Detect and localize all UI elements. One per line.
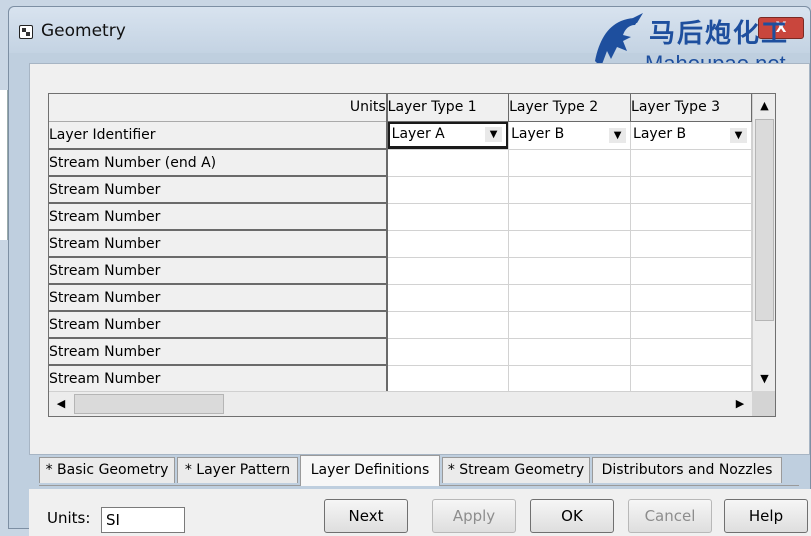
grid-cell[interactable] (508, 284, 632, 312)
grid-cell[interactable] (386, 365, 510, 391)
horizontal-scroll-thumb[interactable] (74, 394, 224, 414)
layer-identifier-dropdown-1[interactable]: Layer A ▼ (387, 121, 508, 148)
dropdown-value: Layer B (511, 125, 565, 142)
grid-cell[interactable] (386, 257, 510, 285)
background-window-edge (0, 90, 8, 240)
next-button[interactable]: Next (324, 499, 408, 533)
grid-cell[interactable] (630, 203, 752, 231)
grid-cell[interactable] (508, 176, 632, 204)
layer-identifier-cell-1[interactable]: Layer A ▼ (386, 121, 510, 150)
dropdown-arrow-icon[interactable]: ▼ (485, 126, 503, 142)
table-row: Stream Number (49, 311, 752, 339)
row-label-stream-number: Stream Number (49, 230, 388, 258)
grid-cell[interactable] (386, 176, 510, 204)
scroll-left-arrow-icon[interactable]: ◀ (50, 393, 72, 415)
geometry-window: Geometry X 马后炮化工 Mahoupao.net Units Laye… (8, 6, 811, 536)
tab-basic-geometry[interactable]: * Basic Geometry (39, 457, 175, 483)
grid-cell[interactable] (508, 257, 632, 285)
scroll-right-arrow-icon[interactable]: ▶ (729, 393, 751, 415)
ok-button[interactable]: OK (530, 499, 614, 533)
column-header-layer-type-1[interactable]: Layer Type 1 (386, 94, 510, 122)
table-row: Stream Number (49, 338, 752, 366)
grid-cell[interactable] (508, 365, 632, 391)
tab-distributors-and-nozzles[interactable]: Distributors and Nozzles (592, 457, 782, 483)
table-row: Stream Number (end A) (49, 149, 752, 177)
window-title: Geometry (41, 21, 126, 41)
units-header: Units (49, 94, 388, 122)
row-label-stream-number: Stream Number (49, 311, 388, 339)
row-label-stream-number: Stream Number (49, 257, 388, 285)
grid-cell[interactable] (630, 311, 752, 339)
table-row: Stream Number (49, 284, 752, 312)
table-row: Stream Number (49, 230, 752, 258)
header-row: Units Layer Type 1 Layer Type 2 Layer Ty… (49, 94, 752, 122)
row-label-layer-identifier: Layer Identifier (49, 121, 388, 150)
dropdown-value: Layer A (391, 125, 445, 142)
row-label-stream-number: Stream Number (49, 203, 388, 231)
horizontal-scrollbar[interactable]: ◀ ▶ (49, 391, 752, 416)
dropdown-value: Layer B (633, 125, 687, 142)
grid-cell[interactable] (508, 203, 632, 231)
layer-definitions-grid: Units Layer Type 1 Layer Type 2 Layer Ty… (48, 93, 776, 417)
grid-cell[interactable] (386, 203, 510, 231)
tab-stream-geometry[interactable]: * Stream Geometry (442, 457, 590, 483)
units-label: Units: (47, 509, 91, 527)
scrollbar-corner (752, 391, 775, 416)
row-label-stream-number: Stream Number (49, 365, 388, 391)
grid-cell[interactable] (630, 257, 752, 285)
grid-cell[interactable] (508, 230, 632, 258)
grid-cell[interactable] (508, 311, 632, 339)
grid-cell[interactable] (630, 230, 752, 258)
vertical-scroll-thumb[interactable] (755, 119, 774, 321)
window-app-icon (19, 25, 33, 39)
layer-identifier-dropdown-2[interactable]: Layer B ▼ (509, 122, 629, 149)
grid-cell[interactable] (386, 230, 510, 258)
watermark-chinese-text: 马后炮化工 (649, 19, 790, 49)
table-row: Layer Identifier Layer A ▼ Layer B ▼ Lay… (49, 121, 752, 150)
grid-cell[interactable] (386, 338, 510, 366)
tab-content-panel: Units Layer Type 1 Layer Type 2 Layer Ty… (29, 63, 810, 455)
tab-layer-pattern[interactable]: * Layer Pattern (177, 457, 298, 483)
layer-identifier-dropdown-3[interactable]: Layer B ▼ (631, 122, 750, 149)
tab-strip: * Basic Geometry * Layer Pattern Layer D… (39, 455, 799, 487)
layer-identifier-cell-2[interactable]: Layer B ▼ (508, 121, 632, 150)
vertical-scrollbar[interactable]: ▲ ▼ (752, 94, 775, 391)
dropdown-arrow-icon[interactable]: ▼ (609, 127, 627, 143)
tab-layer-definitions[interactable]: Layer Definitions (300, 455, 440, 486)
grid-cell[interactable] (386, 284, 510, 312)
cancel-button[interactable]: Cancel (628, 499, 712, 533)
table-row: Stream Number (49, 365, 752, 391)
grid-cell[interactable] (508, 149, 632, 177)
row-label-stream-number: Stream Number (49, 338, 388, 366)
help-button[interactable]: Help (724, 499, 808, 533)
table-row: Stream Number (49, 257, 752, 285)
layer-table: Units Layer Type 1 Layer Type 2 Layer Ty… (49, 94, 752, 391)
scroll-down-arrow-icon[interactable]: ▼ (754, 368, 775, 390)
grid-cell[interactable] (630, 284, 752, 312)
grid-cell[interactable] (508, 338, 632, 366)
grid-cell[interactable] (630, 176, 752, 204)
grid-cell[interactable] (630, 149, 752, 177)
grid-cell[interactable] (386, 149, 510, 177)
column-header-layer-type-2[interactable]: Layer Type 2 (508, 94, 632, 122)
scroll-up-arrow-icon[interactable]: ▲ (754, 95, 775, 117)
table-row: Stream Number (49, 203, 752, 231)
row-label-stream-number: Stream Number (end A) (49, 149, 388, 177)
apply-button[interactable]: Apply (432, 499, 516, 533)
dropdown-arrow-icon[interactable]: ▼ (730, 127, 747, 143)
column-header-layer-type-3[interactable]: Layer Type 3 (630, 94, 752, 122)
grid-viewport: Units Layer Type 1 Layer Type 2 Layer Ty… (49, 94, 752, 391)
row-label-stream-number: Stream Number (49, 284, 388, 312)
grid-cell[interactable] (630, 365, 752, 391)
row-label-stream-number: Stream Number (49, 176, 388, 204)
grid-cell[interactable] (630, 338, 752, 366)
table-row: Stream Number (49, 176, 752, 204)
units-field[interactable]: SI (101, 507, 185, 533)
layer-identifier-cell-3[interactable]: Layer B ▼ (630, 121, 752, 150)
grid-cell[interactable] (386, 311, 510, 339)
